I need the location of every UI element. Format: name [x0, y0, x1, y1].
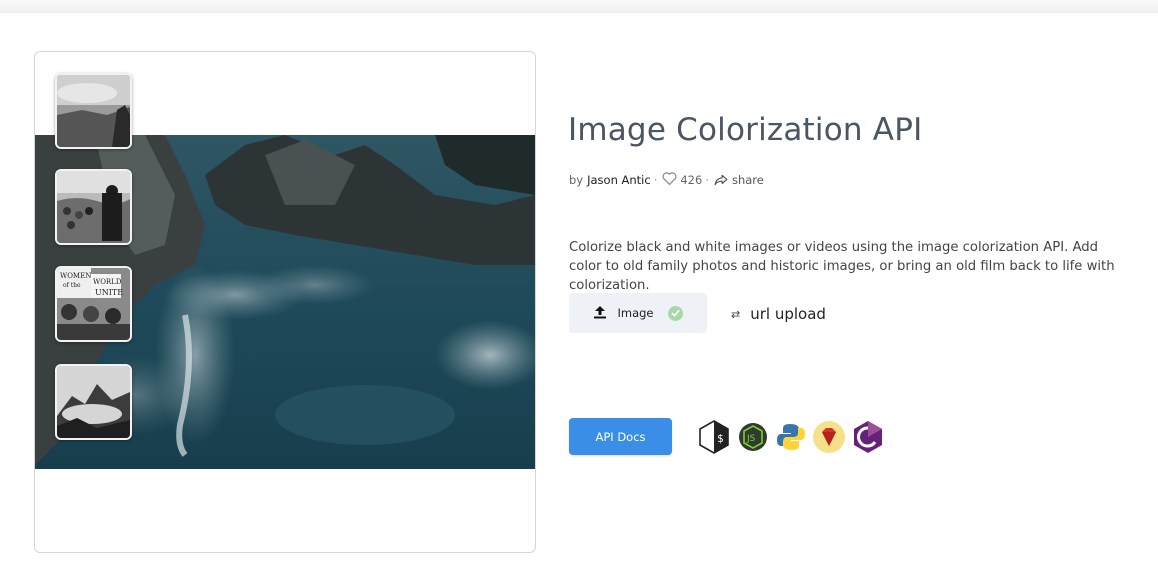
by-label: by [569, 173, 584, 187]
image-preview-panel: WOMEN of the WORLD UNITE [34, 51, 536, 553]
author-meta: by Jason Antic · 426 · share [569, 172, 764, 188]
image-upload-tab[interactable]: Image [569, 293, 707, 333]
share-icon [714, 174, 728, 186]
csharp-icon[interactable] [851, 419, 885, 455]
shell-icon[interactable]: $ [697, 419, 731, 455]
svg-text:WOMEN: WOMEN [60, 272, 91, 280]
url-upload-tab[interactable]: ⇄ url upload [731, 305, 826, 323]
description: Colorize black and white images or video… [569, 240, 1115, 293]
heart-icon[interactable] [662, 172, 677, 188]
top-bar [0, 0, 1158, 13]
nodejs-icon[interactable]: JS [736, 419, 770, 455]
check-icon [667, 305, 683, 321]
separator: · [705, 173, 709, 187]
crowd-speech-bw-thumbnail[interactable] [55, 169, 132, 245]
share-label: share [731, 173, 764, 187]
ruby-icon[interactable] [812, 419, 846, 455]
mountain-mist-bw-thumbnail[interactable] [55, 364, 132, 440]
protest-signs-bw-thumbnail[interactable]: WOMEN of the WORLD UNITE [55, 266, 132, 342]
landscape-bw-thumbnail[interactable] [55, 73, 132, 149]
likes-count: 426 [680, 173, 703, 187]
separator: · [653, 173, 658, 187]
upload-icon [593, 305, 607, 322]
url-tab-label: url upload [750, 305, 826, 323]
python-icon[interactable] [774, 419, 808, 455]
author-link[interactable]: Jason Antic [587, 173, 651, 187]
svg-text:WORLD: WORLD [93, 278, 122, 286]
svg-text:$: $ [717, 432, 724, 445]
svg-text:JS: JS [746, 434, 756, 444]
svg-text:of the: of the [63, 282, 81, 289]
svg-text:UNITE: UNITE [95, 288, 123, 297]
api-docs-button[interactable]: API Docs [569, 418, 672, 455]
share-link[interactable]: share [714, 173, 764, 187]
swap-icon: ⇄ [731, 307, 741, 321]
page-title: Image Colorization API [568, 112, 923, 148]
image-tab-label: Image [617, 306, 654, 320]
